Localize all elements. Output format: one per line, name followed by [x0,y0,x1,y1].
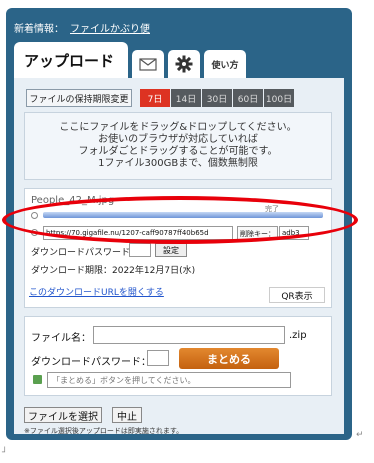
retention-label: ファイルの保持期限変更 [26,89,132,107]
zip-password-label: ダウンロードパスワード： [31,357,151,368]
upload-note: ※ファイル選択後アップロードは即実施されます。 [24,427,184,435]
zip-hint-field: 「まとめる」ボタンを押してください。 [47,372,291,388]
upload-progress-text: 完了 [265,205,279,213]
open-download-url-link[interactable]: このダウンロードURLを開くする [29,285,164,298]
download-password-label: ダウンロードパスワード： [31,248,140,258]
news-bar: 新着情報： ファイルかぶり便 [14,20,150,35]
set-password-button[interactable]: 設定 [155,243,187,257]
return-mark: ↵ [356,430,364,440]
zip-password-input[interactable] [147,350,169,366]
drop-zone-line: お使いのブラウザが対応していれば [98,134,258,145]
tab-settings[interactable] [168,50,200,78]
stop-button[interactable]: 中止 [112,407,142,423]
drop-zone-line: フォルダごとドラッグすることが可能です。 [78,146,278,157]
gear-icon [175,55,193,73]
tab-help[interactable]: 使い方 [204,50,246,78]
download-password-input[interactable] [129,243,151,257]
uploaded-file-name: People_42_M.jpg [31,195,115,206]
uploaded-file-card: People_42_M.jpg 完了 https://70.gigafile.n… [24,188,332,308]
tab-upload[interactable]: アップロード [14,42,128,78]
download-url-field[interactable]: https://70.gigafile.nu/1207-caff90787ff4… [43,226,233,240]
corner-mark: ┘ [2,448,8,458]
zip-compress-panel: ファイル名： .zip ダウンロードパスワード： まとめる 「まとめる」ボタンを… [24,316,332,396]
retention-option-100[interactable]: 100日 [264,89,294,107]
drop-zone-line: ここにファイルをドラッグ&ドロップしてください。 [59,122,297,133]
radio-button[interactable] [31,229,38,236]
drop-zone[interactable]: ここにファイルをドラッグ&ドロップしてください。 お使いのブラウザが対応していれ… [24,112,332,180]
info-icon [33,375,42,384]
mail-icon [139,57,157,71]
radio-button[interactable] [31,212,38,219]
zip-filename-label: ファイル名： [31,333,91,344]
drop-zone-line: 1ファイル300GBまで、個数無制限 [98,158,258,169]
zip-filename-input[interactable] [93,326,285,344]
select-file-button[interactable]: ファイルを選択 [24,407,102,423]
tab-mail[interactable] [132,50,164,78]
retention-option-30[interactable]: 30日 [202,89,232,107]
news-label: 新着情報： [14,24,64,35]
retention-option-7[interactable]: 7日 [140,89,170,107]
delete-key-field[interactable]: adb3 [279,226,309,240]
download-expiry: ダウンロード期限：2022年12月7日(水) [31,266,196,276]
qr-display-button[interactable]: QR表示 [269,287,325,303]
retention-option-60[interactable]: 60日 [233,89,263,107]
retention-option-14[interactable]: 14日 [171,89,201,107]
zip-extension: .zip [289,330,307,341]
delete-key-label: 削除キー： [237,226,278,240]
matomeru-button[interactable]: まとめる [179,348,279,369]
retention-bar: ファイルの保持期限変更 7日 14日 30日 60日 100日 [26,88,332,108]
retention-options: 7日 14日 30日 60日 100日 [140,89,295,107]
news-link[interactable]: ファイルかぶり便 [70,24,150,35]
upload-progress-bar [43,212,323,218]
